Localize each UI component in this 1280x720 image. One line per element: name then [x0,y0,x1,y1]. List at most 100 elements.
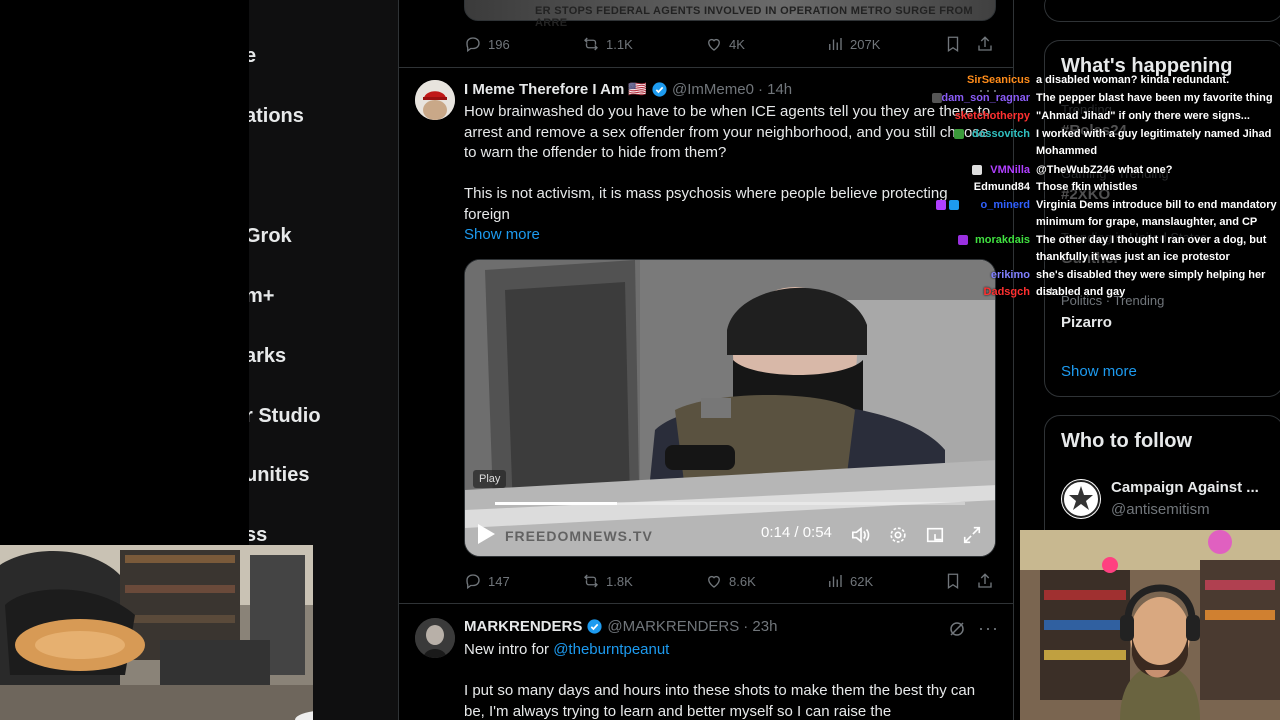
chat-username: erikimo [990,269,1030,281]
flag-emoji: 🇺🇸 [628,81,648,98]
post-divider [399,603,1013,604]
avatar[interactable] [1061,479,1101,519]
chat-username: dossovitch [971,128,1030,140]
follow-account-name[interactable]: Campaign Against ... [1111,479,1259,496]
bookmark-button[interactable] [944,572,962,590]
post-divider [399,67,1013,68]
avatar[interactable] [415,618,455,658]
prev-media-caption: ER STOPS FEDERAL AGENTS INVOLVED IN OPER… [535,5,973,29]
trend-topic[interactable]: Pizarro [1061,314,1112,331]
author-name[interactable]: MARKRENDERS [464,618,582,635]
prev-post-media[interactable]: ER STOPS FEDERAL AGENTS INVOLVED IN OPER… [464,0,996,29]
share-icon [978,36,992,51]
play-button[interactable] [475,522,497,546]
post-text: How brainwashed do you have to be when I… [464,103,991,161]
chat-text: "Ahmad Jihad" if only there were signs..… [1036,110,1250,122]
chat-username: Dadsgch [983,286,1030,298]
sidebar-item-0[interactable]: e [249,45,256,68]
show-more-link[interactable]: Show more [464,225,540,246]
video-frame [465,260,995,556]
fullscreen-button[interactable] [961,525,983,545]
author-handle[interactable]: @MARKRENDERS [607,618,739,635]
chat-text: a disabled woman? kinda redundant. [1036,74,1230,86]
more-options-icon[interactable]: ··· [978,618,999,639]
views-button[interactable]: 62K [826,572,873,590]
verified-badge-icon [652,81,667,97]
mention-link[interactable]: @theburntpeanut [553,641,669,658]
avatar-image [415,618,455,658]
post-time[interactable]: · 23h [743,618,777,635]
avatar-image [415,80,455,120]
chat-text: Those fkin whistles [1036,181,1138,193]
post-text-continued: This is not activism, it is mass psychos… [464,185,948,223]
video-watermark: FREEDOMNEWS.TV [505,528,653,544]
sidebar-item-creator-studio[interactable]: r Studio [249,405,321,428]
bookmark-icon [947,36,959,53]
stream-chat-overlay: SirSeanicus a disabled woman? kinda redu… [920,72,1280,302]
chat-username: morakdais [974,234,1030,246]
repost-count: 1.8K [606,573,633,589]
reply-button[interactable]: 147 [464,572,510,590]
verified-badge-icon [587,619,602,634]
share-button[interactable] [976,35,994,53]
repost-button[interactable]: 1.1K [582,35,633,53]
cat-webcam-feed [0,545,313,720]
like-button[interactable]: 4K [705,35,745,53]
reply-button[interactable]: 196 [464,35,510,53]
play-tooltip: Play [473,470,507,488]
volume-button[interactable] [850,525,872,545]
sidebar-item-premium[interactable]: m+ [249,285,274,308]
chat-username: dam_son_ragnar [941,92,1030,104]
views-icon [829,38,842,50]
sidebar-item-bookmarks[interactable]: arks [249,345,286,368]
post-time[interactable]: · 14h [758,81,792,98]
sidebar-item-communities[interactable]: unities [249,464,309,487]
video-time: 0:14 / 0:54 [761,524,832,541]
chat-username: VMNilla [990,164,1030,176]
streamer-webcam [1020,530,1280,720]
like-button[interactable]: 8.6K [705,572,756,590]
chat-badge-icon [936,200,946,210]
heart-icon [708,38,720,51]
repost-count: 1.1K [606,36,633,52]
views-count: 207K [850,36,881,52]
stream-screen: e ations Grok m+ arks r Studio unities s… [0,0,1280,720]
follow-account-handle[interactable]: @antisemitism [1111,501,1210,518]
chat-badge-icon [958,235,968,245]
views-button[interactable]: 207K [826,35,880,53]
reply-count: 147 [488,573,510,589]
sidebar-item-notifications[interactable]: ations [249,105,304,128]
bookmark-button[interactable] [944,35,962,53]
trends-show-more[interactable]: Show more [1061,363,1137,380]
search-box-edge [1044,0,1280,22]
video-progress-bar[interactable] [495,502,965,505]
reply-icon [466,37,480,53]
post-text: New intro for @theburntpeanut [464,640,994,661]
who-to-follow-title: Who to follow [1061,430,1193,452]
sidebar-item-more[interactable]: ss [249,524,267,547]
video-player[interactable]: Play FREEDOMNEWS.TV 0:14 / 0:54 [464,259,996,557]
stream-black-panel [0,0,250,545]
streamer-webcam-feed [1020,530,1280,720]
post-header: I Meme Therefore I Am 🇺🇸 @ImMeme0 · 14h [464,80,792,99]
repost-icon [584,37,598,51]
author-name[interactable]: I Meme Therefore I Am [464,81,624,98]
volume-icon [852,526,870,544]
author-handle[interactable]: @ImMeme0 [672,81,754,98]
sidebar-item-grok[interactable]: Grok [249,225,292,248]
grok-button[interactable] [948,620,966,638]
avatar[interactable] [415,80,455,120]
settings-button[interactable] [887,525,909,545]
post-text-continued: I put so many days and hours into these … [464,682,976,720]
repost-button[interactable]: 1.8K [582,572,633,590]
chat-username: o_minerd [980,199,1030,211]
heart-icon [708,575,720,588]
post-header: MARKRENDERS @MARKRENDERS · 23h [464,618,777,635]
play-icon [478,524,495,544]
share-button[interactable] [976,572,994,590]
bookmark-icon [947,573,959,590]
chat-text: I worked with a guy legitimately named J… [1036,128,1272,157]
picture-in-picture-icon [926,527,944,543]
pip-button[interactable] [924,525,946,545]
share-icon [978,573,992,588]
